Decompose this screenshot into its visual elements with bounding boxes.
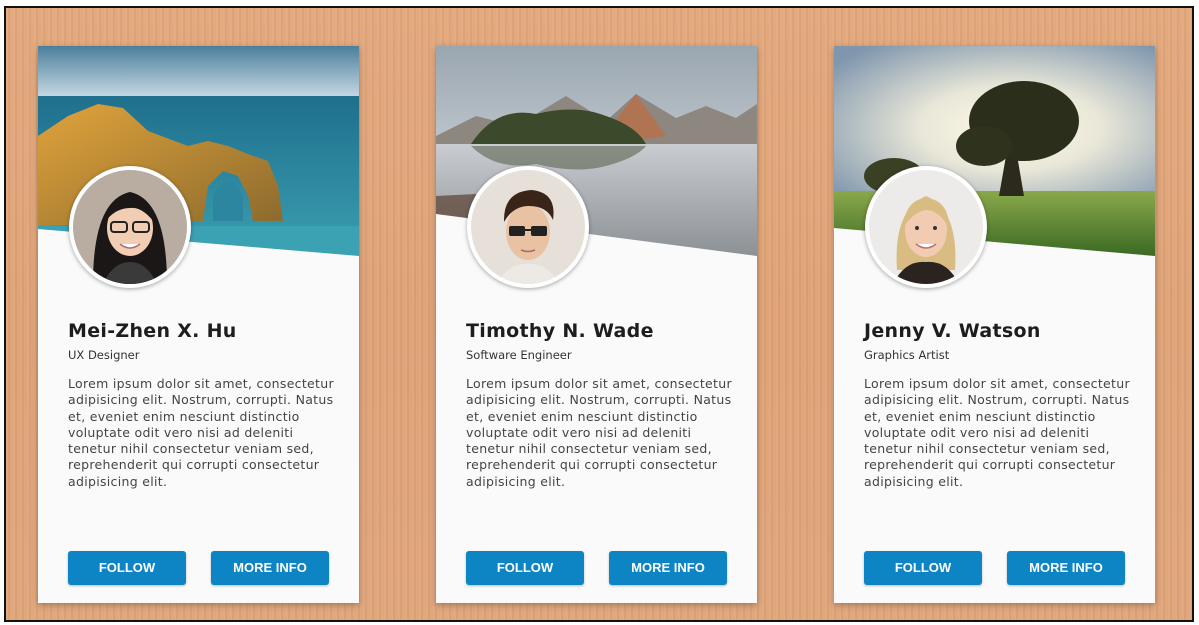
profile-card: Jenny V. Watson Graphics Artist Lorem ip… <box>834 46 1155 603</box>
profile-card: Mei-Zhen X. Hu UX Designer Lorem ipsum d… <box>38 46 359 603</box>
more-info-button[interactable]: MORE INFO <box>211 551 329 585</box>
profile-name: Timothy N. Wade <box>466 320 654 342</box>
profile-bio: Lorem ipsum dolor sit amet, consectetur … <box>864 376 1130 489</box>
woman-with-glasses-avatar <box>69 166 191 288</box>
profile-bio: Lorem ipsum dolor sit amet, consectetur … <box>68 376 334 489</box>
blonde-woman-avatar <box>865 166 987 288</box>
wood-background: Mei-Zhen X. Hu UX Designer Lorem ipsum d… <box>4 6 1194 622</box>
profile-bio: Lorem ipsum dolor sit amet, consectetur … <box>466 376 732 489</box>
profile-name: Jenny V. Watson <box>864 320 1041 342</box>
profile-role: UX Designer <box>68 348 140 362</box>
follow-button[interactable]: FOLLOW <box>68 551 186 585</box>
follow-button[interactable]: FOLLOW <box>466 551 584 585</box>
profile-card: Timothy N. Wade Software Engineer Lorem … <box>436 46 757 603</box>
profile-role: Software Engineer <box>466 348 572 362</box>
man-with-glasses-avatar <box>467 166 589 288</box>
profile-role: Graphics Artist <box>864 348 950 362</box>
more-info-button[interactable]: MORE INFO <box>1007 551 1125 585</box>
more-info-button[interactable]: MORE INFO <box>609 551 727 585</box>
profile-name: Mei-Zhen X. Hu <box>68 320 237 342</box>
follow-button[interactable]: FOLLOW <box>864 551 982 585</box>
